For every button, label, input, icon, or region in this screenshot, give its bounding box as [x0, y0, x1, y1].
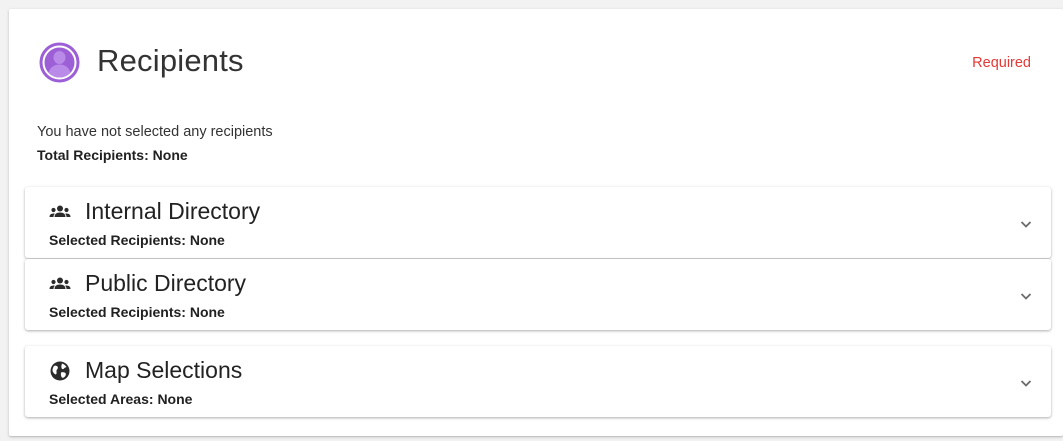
chevron-down-icon[interactable]: [1019, 376, 1033, 390]
selected-value: None: [189, 304, 225, 320]
selected-recipients: Selected Recipients: None: [49, 304, 225, 320]
group-icon: [49, 277, 71, 289]
required-indicator: Required: [972, 55, 1031, 71]
panel-title: Internal Directory: [85, 198, 261, 224]
chevron-down-icon[interactable]: [1019, 289, 1033, 303]
public-directory-panel[interactable]: Public Directory Selected Recipients: No…: [25, 259, 1051, 330]
recipients-card: Recipients Required You have not selecte…: [9, 9, 1063, 436]
person-circle-icon: [39, 42, 80, 83]
total-recipients-value: None: [152, 147, 188, 163]
panel-title: Map Selections: [85, 357, 243, 383]
group-icon: [49, 205, 71, 217]
selected-label: Selected Recipients:: [49, 232, 186, 248]
selected-areas: Selected Areas: None: [49, 391, 192, 407]
selected-value: None: [189, 232, 225, 248]
globe-icon: [50, 361, 70, 381]
selected-recipients: Selected Recipients: None: [49, 232, 225, 248]
selected-value: None: [157, 391, 193, 407]
map-selections-panel[interactable]: Map Selections Selected Areas: None: [25, 346, 1051, 417]
total-recipients: Total Recipients: None: [37, 147, 188, 163]
selected-label: Selected Areas:: [49, 391, 154, 407]
chevron-down-icon[interactable]: [1019, 217, 1033, 231]
total-recipients-label: Total Recipients:: [37, 147, 149, 163]
selected-label: Selected Recipients:: [49, 304, 186, 320]
panel-title: Public Directory: [85, 270, 247, 296]
internal-directory-panel[interactable]: Internal Directory Selected Recipients: …: [25, 187, 1051, 258]
page-title: Recipients: [97, 43, 244, 78]
selection-status: You have not selected any recipients: [37, 124, 273, 140]
